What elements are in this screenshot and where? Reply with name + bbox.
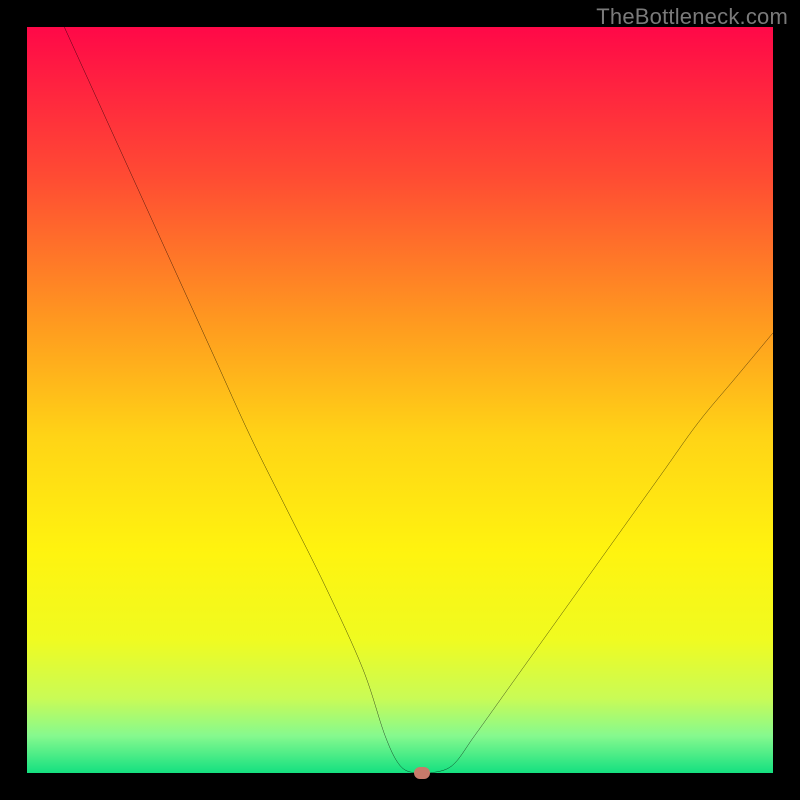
plot-area <box>27 27 773 773</box>
watermark: TheBottleneck.com <box>596 4 788 30</box>
chart-container: TheBottleneck.com <box>0 0 800 800</box>
curve-layer <box>27 27 773 773</box>
optimal-point-marker <box>414 767 430 779</box>
bottleneck-curve <box>64 27 773 773</box>
